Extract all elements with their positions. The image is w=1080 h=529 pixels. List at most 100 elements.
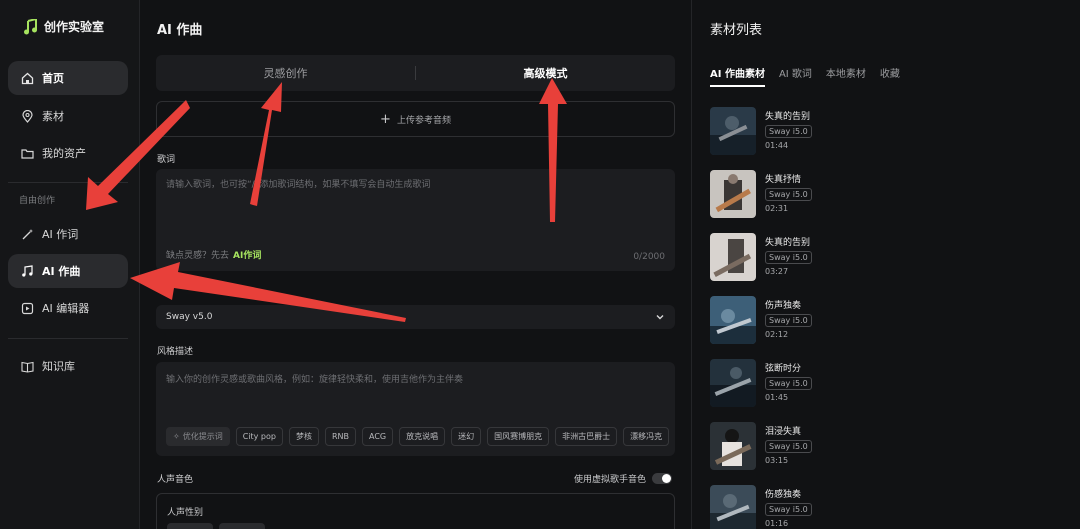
virtual-singer-row: 使用虚拟歌手音色 <box>574 472 673 485</box>
voice-options: 人声性别 <box>156 493 675 529</box>
sidebar-item-label: 素材 <box>42 110 64 123</box>
track-title: 弦断时分 <box>765 364 802 374</box>
home-icon <box>20 71 34 85</box>
folder-icon <box>20 146 34 160</box>
mode-tabs: 灵感创作 高级模式 <box>156 55 675 91</box>
sparkle-icon: ✧ <box>173 432 180 441</box>
track-title: 失真的告别 <box>765 238 811 248</box>
sidebar-item-assets[interactable]: 我的资产 <box>8 136 128 170</box>
model-select[interactable]: Sway v5.0 <box>156 305 675 329</box>
style-chip[interactable]: 漂移冯克 <box>623 427 670 446</box>
optimize-prompt-button[interactable]: ✧ 优化提示词 <box>166 427 230 446</box>
sidebar-item-home[interactable]: 首页 <box>8 61 128 95</box>
gender-label: 人声性别 <box>167 508 204 518</box>
chevron-down-icon <box>656 315 664 320</box>
tab-favorites[interactable]: 收藏 <box>880 65 900 80</box>
track-title: 泪浸失真 <box>765 427 802 437</box>
track-title: 伤声独奏 <box>765 301 802 311</box>
style-chip[interactable]: 非洲古巴爵士 <box>555 427 618 446</box>
panel-title: 素材列表 <box>710 23 763 38</box>
upload-label: 上传参考音频 <box>396 115 451 126</box>
style-chip[interactable]: 迷幻 <box>451 427 482 446</box>
plus-icon: + <box>380 111 391 127</box>
lyrics-input[interactable]: 请输入歌词，也可按“/”添加歌词结构，如果不填写会自动生成歌词 缺点灵感？先去 A… <box>156 169 675 271</box>
model-badge: Sway i5.0 <box>765 377 812 390</box>
divider <box>8 338 128 339</box>
style-chips: ✧ 优化提示词 City pop 梦核 RNB ACG 放克说唱 迷幻 国风赛博… <box>166 427 670 446</box>
list-item[interactable]: 失真抒情 Sway i5.0 02:31 <box>710 170 1010 218</box>
material-panel: 素材列表 AI 作曲素材 AI 歌词 本地素材 收藏 失真的告别 Sway i5… <box>691 0 1080 529</box>
sidebar-item-ai-compose[interactable]: AI 作曲 <box>8 254 128 288</box>
list-item[interactable]: 伤感独奏 Sway i5.0 01:16 <box>710 485 1010 529</box>
sidebar-item-ai-editor[interactable]: AI 编辑器 <box>8 291 128 325</box>
hint-text: 缺点灵感？先去 <box>166 251 230 261</box>
list-item[interactable]: 失真的告别 Sway i5.0 03:27 <box>710 233 1010 281</box>
sidebar-item-material[interactable]: 素材 <box>8 99 128 133</box>
track-thumbnail <box>710 422 756 470</box>
track-duration: 03:15 <box>765 456 789 465</box>
model-badge: Sway i5.0 <box>765 251 812 264</box>
track-thumbnail <box>710 107 756 155</box>
style-chip[interactable]: 国风赛博朋克 <box>487 427 550 446</box>
music-note-icon <box>20 264 34 278</box>
model-badge: Sway i5.0 <box>765 188 812 201</box>
list-item[interactable]: 失真的告别 Sway i5.0 01:44 <box>710 107 1010 155</box>
track-thumbnail <box>710 359 756 407</box>
lyrics-label: 歌词 <box>157 155 176 165</box>
sidebar-item-knowledge[interactable]: 知识库 <box>8 349 128 383</box>
model-badge: Sway i5.0 <box>765 440 812 453</box>
track-duration: 01:16 <box>765 519 789 528</box>
sidebar-item-label: AI 作词 <box>42 228 79 241</box>
style-chip[interactable]: RNB <box>324 427 357 446</box>
tab-advanced[interactable]: 高级模式 <box>416 65 675 81</box>
style-input[interactable]: 输入你的创作灵感或歌曲风格，例如：旋律轻快柔和，使用吉他作为主伴奏 ✧ 优化提示… <box>156 362 675 456</box>
track-duration: 02:12 <box>765 330 789 339</box>
section-label: 自由创作 <box>19 196 56 206</box>
list-item[interactable]: 弦断时分 Sway i5.0 01:45 <box>710 359 1010 407</box>
pin-icon <box>20 109 34 123</box>
virtual-singer-toggle[interactable] <box>652 473 673 484</box>
sidebar-item-ai-lyrics[interactable]: AI 作词 <box>8 217 128 251</box>
model-select-value: Sway v5.0 <box>166 312 213 322</box>
tab-ai-compose-material[interactable]: AI 作曲素材 <box>710 65 765 87</box>
track-duration: 02:31 <box>765 204 789 213</box>
brand-name: 创作实验室 <box>44 20 105 34</box>
tab-inspiration[interactable]: 灵感创作 <box>156 65 415 81</box>
sidebar-item-label: 首页 <box>42 72 64 85</box>
music-logo-icon <box>24 18 37 34</box>
list-item[interactable]: 泪浸失真 Sway i5.0 03:15 <box>710 422 1010 470</box>
track-duration: 01:45 <box>765 393 789 402</box>
lyrics-placeholder: 请输入歌词，也可按“/”添加歌词结构，如果不填写会自动生成歌词 <box>166 180 431 190</box>
char-counter: 0/2000 <box>633 252 665 262</box>
style-placeholder: 输入你的创作灵感或歌曲风格，例如：旋律轻快柔和，使用吉他作为主伴奏 <box>166 375 464 385</box>
editor-icon <box>20 301 34 315</box>
track-thumbnail <box>710 170 756 218</box>
style-label: 风格描述 <box>157 347 194 357</box>
page-title: AI 作曲 <box>157 23 203 38</box>
style-chip[interactable]: City pop <box>235 427 283 446</box>
sidebar: 创作实验室 首页 素材 我的资产 自由创作 AI 作词 AI 作曲 AI 编辑器… <box>0 0 140 529</box>
track-duration: 03:27 <box>765 267 789 276</box>
sidebar-item-label: 我的资产 <box>42 147 86 160</box>
track-title: 失真抒情 <box>765 175 802 185</box>
style-chip[interactable]: 放克说唱 <box>399 427 446 446</box>
optimize-label: 优化提示词 <box>182 432 223 441</box>
tab-ai-lyrics[interactable]: AI 歌词 <box>779 65 812 80</box>
tab-local-material[interactable]: 本地素材 <box>826 65 866 80</box>
panel-tabs: AI 作曲素材 AI 歌词 本地素材 收藏 <box>710 65 900 87</box>
sidebar-item-label: AI 作曲 <box>42 265 81 278</box>
track-title: 失真的告别 <box>765 112 811 122</box>
gender-option[interactable] <box>219 523 265 529</box>
divider <box>8 182 128 183</box>
gender-option[interactable] <box>167 523 213 529</box>
ai-lyrics-link[interactable]: AI作词 <box>233 251 261 261</box>
model-badge: Sway i5.0 <box>765 125 812 138</box>
brand[interactable]: 创作实验室 <box>24 18 104 35</box>
style-chip[interactable]: ACG <box>362 427 394 446</box>
track-thumbnail <box>710 296 756 344</box>
upload-reference-button[interactable]: + 上传参考音频 <box>156 101 675 137</box>
sidebar-item-label: AI 编辑器 <box>42 302 90 315</box>
sidebar-item-label: 知识库 <box>42 360 75 373</box>
list-item[interactable]: 伤声独奏 Sway i5.0 02:12 <box>710 296 1010 344</box>
style-chip[interactable]: 梦核 <box>288 427 319 446</box>
